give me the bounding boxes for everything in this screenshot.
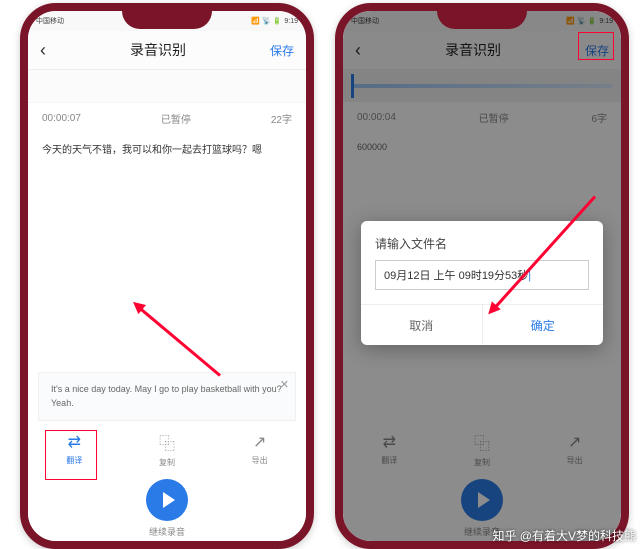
cancel-button[interactable]: 取消	[361, 305, 483, 345]
info-row: 00:00:07 已暂停 22字	[28, 103, 306, 133]
status-right: 📶 📡 🔋 9:19	[251, 17, 298, 25]
export-icon: ↗	[253, 432, 266, 452]
watermark: 知乎 @有着大V梦的科技熊	[492, 527, 636, 544]
phone-right: 中国移动 📶 📡 🔋 9:19 ‹ 录音识别 保存 00:00:04 已暂停 6…	[335, 3, 629, 549]
waveform	[28, 70, 306, 103]
copy-icon: ⿻	[159, 430, 175, 454]
bottom-bar: ⇄翻译 ⿻复制 ↗导出 继续录音	[28, 421, 306, 541]
carrier: 中国移动	[36, 16, 64, 26]
play-button[interactable]	[146, 479, 188, 521]
filename-dialog: 请输入文件名 09月12日 上午 09时19分53秒| 取消 确定	[361, 221, 603, 345]
back-icon[interactable]: ‹	[40, 40, 46, 61]
translation-panel: ✕ It's a nice day today. May I go to pla…	[38, 372, 296, 421]
translate-button[interactable]: ⇄翻译	[28, 421, 121, 477]
export-button[interactable]: ↗导出	[213, 421, 306, 477]
save-button[interactable]: 保存	[270, 42, 294, 59]
copy-button[interactable]: ⿻复制	[121, 421, 214, 477]
char-count: 22字	[271, 111, 292, 126]
timestamp: 00:00:07	[42, 113, 81, 124]
notch	[122, 11, 212, 29]
confirm-button[interactable]: 确定	[483, 305, 604, 345]
state: 已暂停	[161, 111, 191, 126]
translate-icon: ⇄	[68, 432, 81, 452]
transcript-text: 今天的天气不错，我可以和你一起去打篮球吗？嗯	[28, 133, 306, 168]
filename-input[interactable]: 09月12日 上午 09时19分53秒|	[375, 260, 589, 290]
phone-left: 中国移动 📶 📡 🔋 9:19 ‹ 录音识别 保存 00:00:07 已暂停 2…	[20, 3, 314, 549]
notch	[437, 11, 527, 29]
close-icon[interactable]: ✕	[280, 377, 289, 394]
header: ‹ 录音识别 保存	[28, 31, 306, 70]
dialog-title: 请输入文件名	[361, 221, 603, 260]
continue-label: 继续录音	[28, 525, 306, 538]
page-title: 录音识别	[130, 40, 186, 60]
translation-text: It's a nice day today. May I go to play …	[51, 384, 282, 408]
